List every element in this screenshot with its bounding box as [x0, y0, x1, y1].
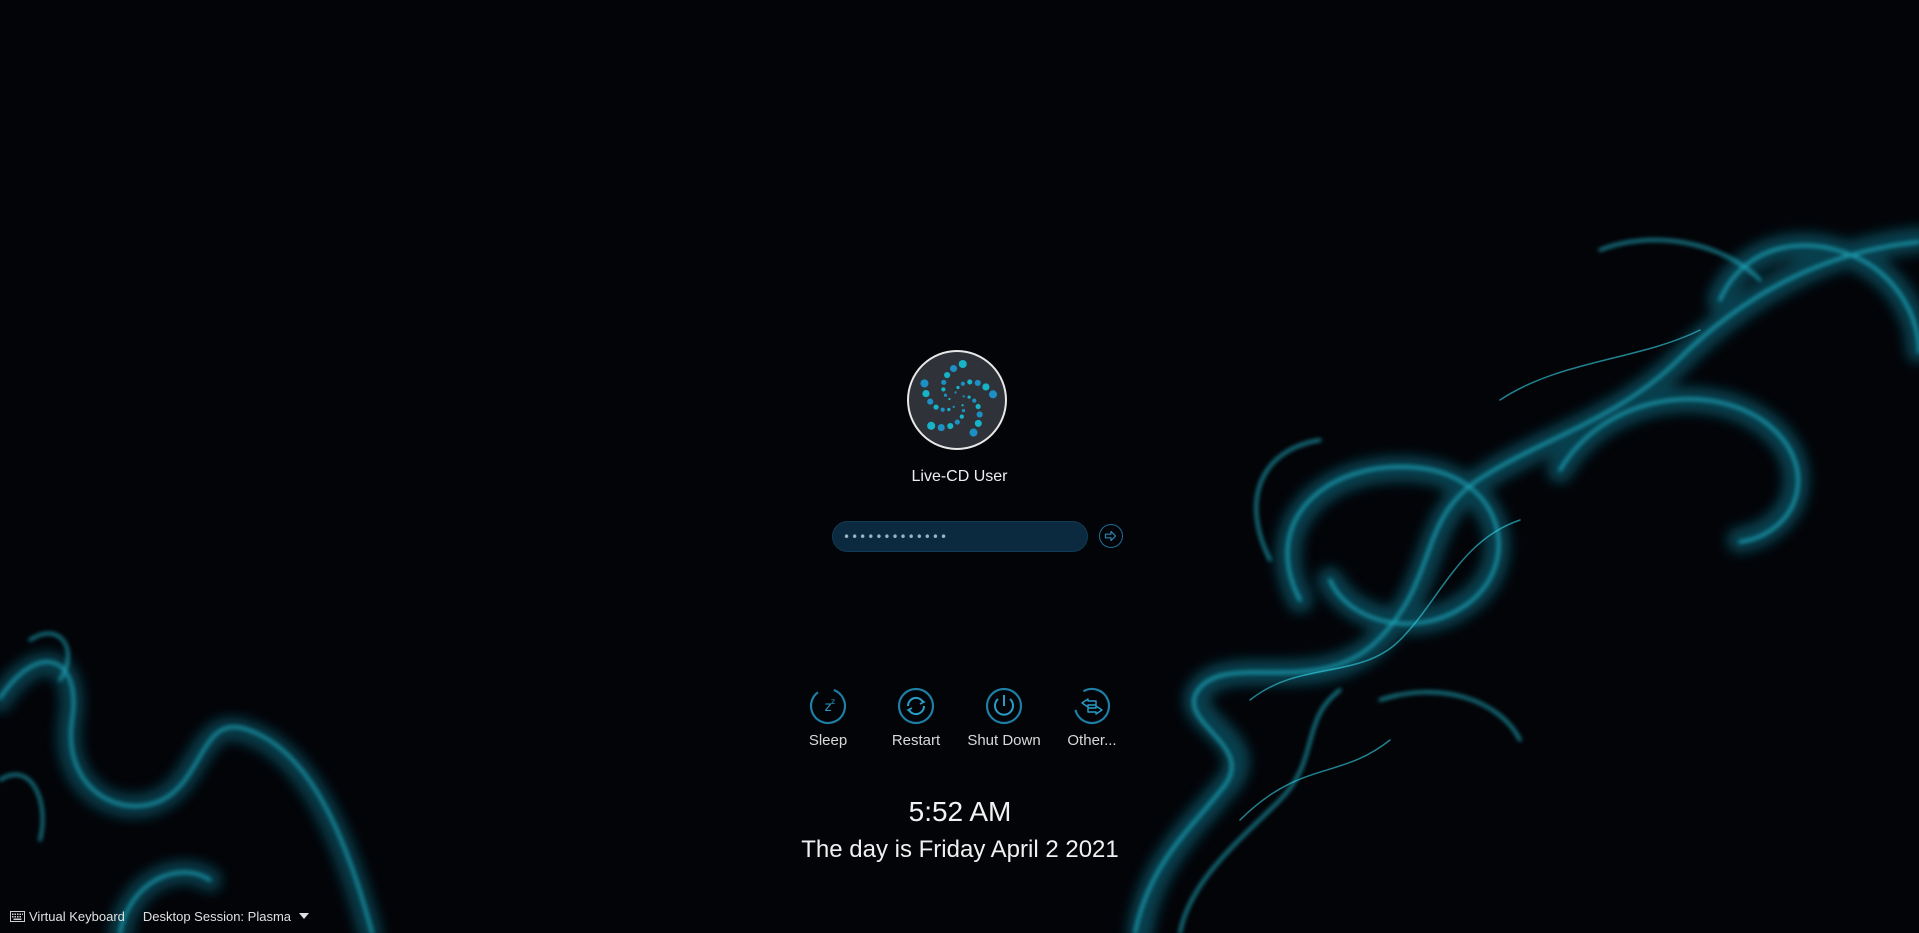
- logo-dot: [976, 411, 983, 418]
- session-selector[interactable]: Desktop Session: Plasma: [143, 909, 309, 924]
- logo-dot: [967, 395, 971, 399]
- other-button[interactable]: Other...: [1052, 686, 1132, 749]
- logo-dot: [944, 371, 951, 379]
- logo-dot: [988, 390, 998, 399]
- logo-dot: [974, 419, 982, 427]
- sleep-button[interactable]: z z Sleep: [788, 686, 868, 749]
- logo-dot: [974, 379, 981, 386]
- logo-dot: [933, 404, 939, 410]
- clock-date: The day is Friday April 2 2021: [801, 836, 1119, 863]
- logo-dot: [948, 397, 951, 401]
- logo-dot: [947, 422, 954, 430]
- logo-dot: [954, 391, 957, 394]
- session-label: Desktop Session: Plasma: [142, 908, 291, 924]
- logo-dot: [960, 381, 965, 386]
- logo-dot: [947, 407, 951, 412]
- iota-logo-icon: [920, 359, 998, 437]
- power-actions: z z Sleep Restart Shut Down Other...: [788, 686, 1133, 756]
- logo-dot: [959, 414, 964, 419]
- chevron-down-icon: [299, 913, 309, 919]
- logo-dot: [927, 421, 936, 430]
- smoke-wallpaper: [0, 227, 1919, 933]
- logo-dot: [969, 428, 978, 437]
- keyboard-icon: [10, 910, 25, 922]
- password-field[interactable]: [832, 521, 1088, 552]
- username-label: Live-CD User: [911, 468, 1008, 485]
- restart-icon: [897, 687, 935, 725]
- logo-dot: [927, 398, 934, 405]
- user-avatar[interactable]: [907, 350, 1007, 450]
- logo-dot: [958, 359, 967, 369]
- logo-dot: [940, 407, 945, 412]
- logo-dot: [943, 393, 948, 397]
- logo-dot: [954, 419, 960, 425]
- sleep-icon: z z: [809, 687, 847, 725]
- clock-time: 5:52 AM: [908, 796, 1012, 827]
- logo-dot: [972, 398, 977, 403]
- other-label: Other...: [1067, 732, 1117, 749]
- logo-dot: [941, 379, 947, 385]
- logo-dot: [937, 424, 945, 432]
- logo-dot: [952, 405, 955, 409]
- logo-dot: [967, 379, 973, 385]
- login-screen: Live-CD User z z Sleep Restart: [0, 0, 1919, 933]
- logo-dot: [949, 364, 958, 373]
- logo-dot: [961, 409, 966, 413]
- logo-dot: [982, 383, 990, 391]
- virtual-keyboard-button[interactable]: Virtual Keyboard: [10, 909, 125, 924]
- arrow-right-icon: [1104, 530, 1117, 542]
- shutdown-button[interactable]: Shut Down: [964, 686, 1044, 749]
- switch-user-icon: [1073, 687, 1111, 725]
- logo-dot: [922, 390, 930, 398]
- sleep-label: Sleep: [808, 732, 848, 749]
- logo-dot: [975, 403, 981, 410]
- virtual-keyboard-label: Virtual Keyboard: [29, 908, 125, 924]
- shutdown-label: Shut Down: [967, 732, 1041, 749]
- logo-dot: [962, 395, 965, 398]
- bottom-bar: Virtual Keyboard Desktop Session: Plasma: [10, 906, 309, 926]
- logo-dot: [961, 404, 964, 407]
- logo-dot: [956, 385, 960, 390]
- shutdown-icon: [985, 687, 1023, 725]
- login-button[interactable]: [1099, 524, 1123, 548]
- restart-label: Restart: [891, 732, 941, 749]
- logo-dot: [941, 387, 946, 392]
- logo-dot: [920, 379, 929, 388]
- restart-button[interactable]: Restart: [876, 686, 956, 749]
- svg-text:z: z: [831, 697, 835, 706]
